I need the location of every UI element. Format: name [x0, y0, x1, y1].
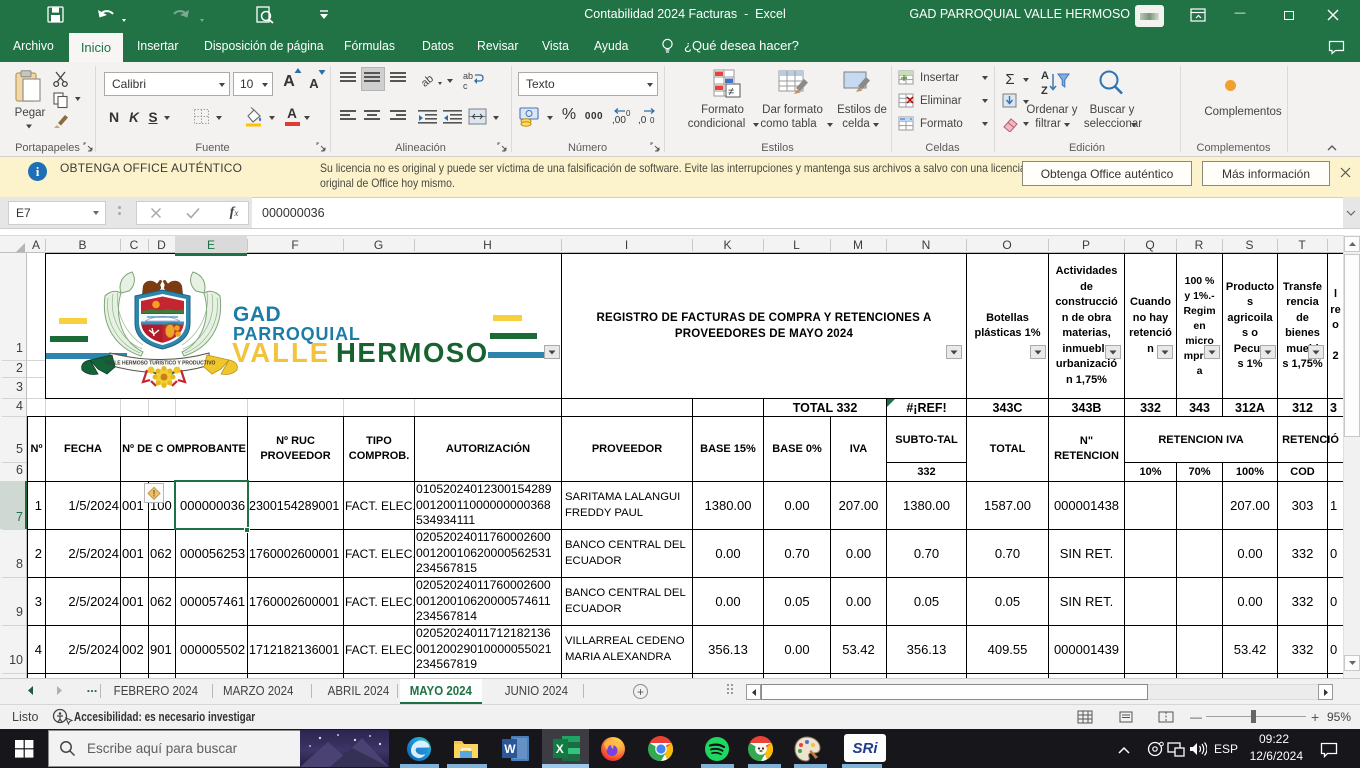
svg-text:A: A: [1041, 70, 1049, 82]
svg-text:!: !: [153, 489, 156, 499]
svg-text:Z: Z: [1041, 85, 1048, 97]
svg-text:,00: ,00: [612, 115, 626, 126]
svg-text:X: X: [556, 742, 564, 756]
svg-text:VALLE HERMOSO TURÍSTICO Y PROD: VALLE HERMOSO TURÍSTICO Y PRODUCTIVO: [105, 359, 216, 367]
svg-text:ab: ab: [420, 73, 436, 90]
svg-text:c: c: [463, 81, 468, 90]
svg-text:HERMOSO: HERMOSO: [336, 337, 489, 368]
svg-text:0: 0: [650, 116, 655, 125]
svg-text:,0: ,0: [638, 115, 647, 126]
svg-text:0: 0: [626, 109, 631, 118]
svg-text:VALLE: VALLE: [232, 337, 330, 368]
svg-text:≠: ≠: [728, 86, 734, 98]
svg-text:W: W: [504, 742, 516, 756]
svg-text:GAD: GAD: [233, 303, 281, 326]
svg-text:ab: ab: [463, 71, 473, 81]
